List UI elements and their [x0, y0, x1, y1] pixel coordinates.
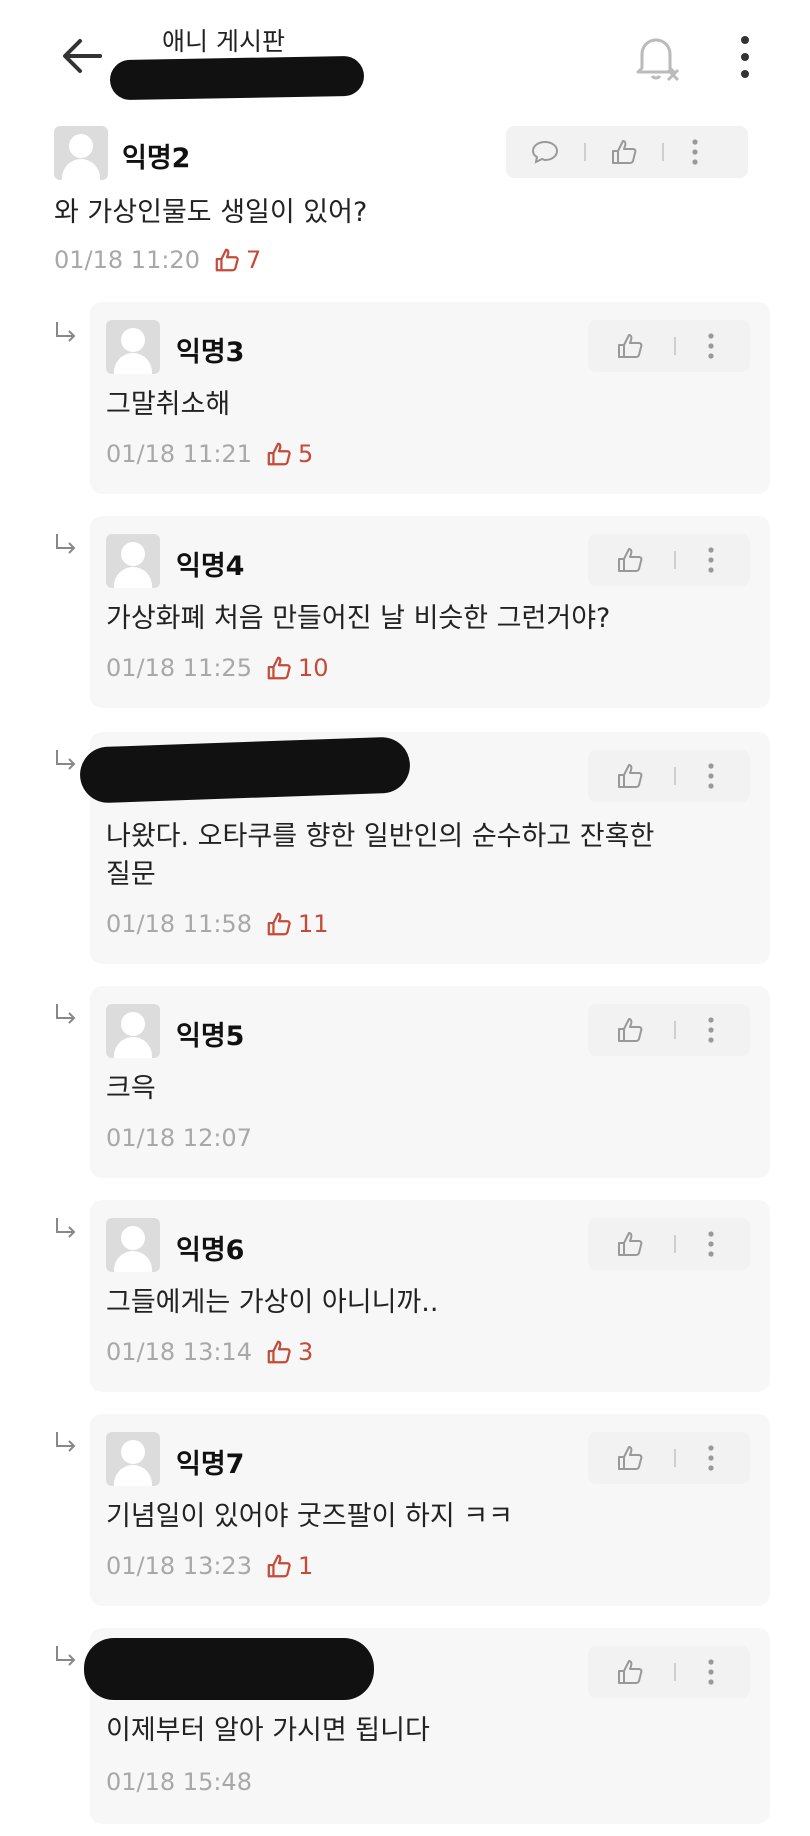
- reply-item: 익명6 그들에게는 가상이 아니니까.. 01/18 13:14 3: [90, 1200, 770, 1392]
- avatar: [106, 534, 160, 588]
- reply-item: 나왔다. 오타쿠를 향한 일반인의 순수하고 잔혹한 질문 01/18 11:5…: [79, 732, 770, 964]
- reply-author: 익명3: [176, 337, 245, 368]
- timestamp: 01/18 11:21: [106, 440, 252, 468]
- like-count: 7: [245, 246, 262, 274]
- reply-author: 익명5: [176, 1021, 245, 1052]
- board-title: 애니 게시판: [162, 27, 285, 56]
- avatar: [106, 320, 160, 374]
- reply-text: 그들에게는 가상이 아니니까..: [106, 1287, 439, 1318]
- more-vertical-icon[interactable]: [706, 1230, 716, 1258]
- avatar: [106, 1218, 160, 1272]
- thumbs-up-icon[interactable]: [616, 1444, 644, 1472]
- thumbs-up-icon[interactable]: [616, 1230, 644, 1258]
- comment-author: 익명2: [122, 143, 191, 174]
- timestamp: 01/18 11:25: [106, 654, 252, 682]
- reply-actions: [588, 1432, 750, 1484]
- more-vertical-icon[interactable]: [706, 332, 716, 360]
- reply-meta: 01/18 12:07: [106, 1124, 252, 1152]
- reply-text-line-1: 나왔다. 오타쿠를 향한 일반인의 순수하고 잔혹한: [106, 821, 655, 852]
- reply-item: 익명4 가상화폐 처음 만들어진 날 비슷한 그런거야? 01/18 11:25…: [90, 516, 770, 708]
- reply-arrow-icon: [56, 1004, 76, 1024]
- bell-off-icon[interactable]: [628, 28, 684, 88]
- reply-item: 익명3 그말취소해 01/18 11:21 5: [90, 302, 770, 494]
- reply-meta: 01/18 15:48: [106, 1768, 252, 1796]
- timestamp: 01/18 12:07: [106, 1124, 252, 1152]
- reply-icon[interactable]: [530, 139, 560, 165]
- more-vertical-icon[interactable]: [690, 138, 700, 166]
- reply-actions: [588, 1218, 750, 1270]
- timestamp: 01/18 13:23: [106, 1552, 252, 1580]
- more-vertical-icon[interactable]: [706, 1444, 716, 1472]
- reply-meta: 01/18 13:14 3: [106, 1338, 313, 1366]
- reply-actions: [588, 1004, 750, 1056]
- comment-text: 와 가상인물도 생일이 있어?: [54, 197, 368, 228]
- thumbs-up-icon: [267, 442, 291, 466]
- thumbs-up-icon: [215, 248, 239, 272]
- more-vertical-icon[interactable]: [706, 762, 716, 790]
- reply-meta: 01/18 11:25 10: [106, 654, 329, 682]
- reply-author: 익명7: [176, 1449, 245, 1480]
- timestamp: 01/18 13:14: [106, 1338, 252, 1366]
- thumbs-up-icon: [267, 1340, 291, 1364]
- more-vertical-icon[interactable]: [730, 30, 760, 84]
- redaction-mark: [79, 736, 411, 804]
- arrow-left-icon[interactable]: [56, 30, 108, 82]
- main-comment: 익명2 와 가상인물도 생일이 있어? 01/18 11:20 7: [0, 118, 810, 288]
- reply-text: 그말취소해: [106, 389, 231, 420]
- reply-text: 이제부터 알아 가시면 됩니다: [106, 1715, 430, 1746]
- avatar: [106, 1432, 160, 1486]
- reply-author: 익명4: [176, 551, 245, 582]
- avatar: [106, 1004, 160, 1058]
- reply-text: 기념일이 있어야 굿즈팔이 하지 ㅋㅋ: [106, 1501, 513, 1532]
- reply-arrow-icon: [56, 1646, 76, 1666]
- thumbs-up-icon[interactable]: [616, 1016, 644, 1044]
- reply-item: 이제부터 알아 가시면 됩니다 01/18 15:48: [84, 1628, 770, 1824]
- reply-arrow-icon: [56, 534, 76, 554]
- reply-arrow-icon: [56, 1218, 76, 1238]
- reply-meta: 01/18 11:21 5: [106, 440, 313, 468]
- thumbs-up-icon: [267, 656, 291, 680]
- reply-actions: [588, 534, 750, 586]
- reply-arrow-icon: [56, 1432, 76, 1452]
- avatar: [54, 126, 108, 180]
- reply-arrow-icon: [56, 750, 76, 770]
- reply-actions: [588, 750, 750, 802]
- app-header: 애니 게시판: [0, 0, 810, 110]
- comment-meta: 01/18 11:20 7: [54, 246, 261, 274]
- thumbs-up-icon[interactable]: [616, 546, 644, 574]
- reply-text-line-2: 질문: [106, 859, 156, 890]
- reply-text: 크윽: [106, 1073, 156, 1104]
- like-count: 11: [297, 910, 329, 938]
- thumbs-up-icon: [267, 912, 291, 936]
- more-vertical-icon[interactable]: [706, 546, 716, 574]
- thumbs-up-icon: [267, 1554, 291, 1578]
- reply-actions: [588, 1646, 750, 1698]
- like-count: 5: [297, 440, 314, 468]
- like-count: 10: [297, 654, 329, 682]
- thumbs-up-icon[interactable]: [616, 1658, 644, 1686]
- thumbs-up-icon[interactable]: [616, 762, 644, 790]
- reply-item: 익명5 크윽 01/18 12:07: [90, 986, 770, 1178]
- more-vertical-icon[interactable]: [706, 1016, 716, 1044]
- timestamp: 01/18 15:48: [106, 1768, 252, 1796]
- reply-meta: 01/18 11:58 11: [106, 910, 329, 938]
- like-count: 1: [297, 1552, 314, 1580]
- redaction-mark: [109, 55, 365, 101]
- redaction-mark: [84, 1638, 374, 1700]
- thumbs-up-icon[interactable]: [616, 332, 644, 360]
- comment-actions: [506, 126, 748, 178]
- reply-text: 가상화폐 처음 만들어진 날 비슷한 그런거야?: [106, 603, 611, 634]
- thumbs-up-icon[interactable]: [610, 138, 638, 166]
- reply-actions: [588, 320, 750, 372]
- more-vertical-icon[interactable]: [706, 1658, 716, 1686]
- timestamp: 01/18 11:58: [106, 910, 252, 938]
- reply-author: 익명6: [176, 1235, 245, 1266]
- reply-arrow-icon: [56, 322, 76, 342]
- timestamp: 01/18 11:20: [54, 246, 200, 274]
- like-count: 3: [297, 1338, 314, 1366]
- reply-item: 익명7 기념일이 있어야 굿즈팔이 하지 ㅋㅋ 01/18 13:23 1: [90, 1414, 770, 1606]
- reply-meta: 01/18 13:23 1: [106, 1552, 313, 1580]
